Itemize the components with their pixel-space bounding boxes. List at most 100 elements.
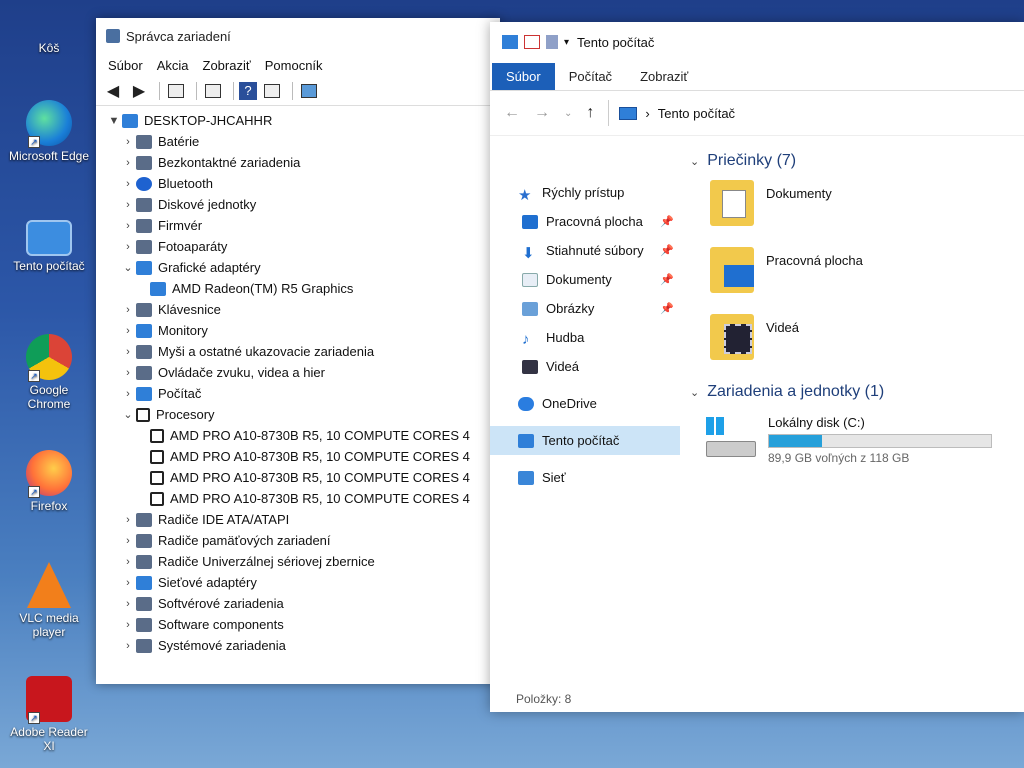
desktop-icon-chrome[interactable]: ↗ Google Chrome bbox=[8, 334, 90, 411]
scan-hardware-icon[interactable] bbox=[298, 80, 320, 102]
chevron-right-icon[interactable]: › bbox=[120, 346, 136, 358]
menu-action[interactable]: Akcia bbox=[157, 58, 189, 73]
chevron-right-icon[interactable]: › bbox=[120, 325, 136, 337]
storage-controller-icon bbox=[136, 533, 152, 548]
chevron-down-icon[interactable]: ▾ bbox=[564, 37, 569, 48]
tree-item-ide[interactable]: › Radiče IDE ATA/ATAPI bbox=[106, 509, 500, 530]
tree-item-keyboards[interactable]: › Klávesnice bbox=[106, 299, 500, 320]
desktop-icon-vlc[interactable]: VLC media player bbox=[8, 562, 90, 639]
recent-locations-icon[interactable]: ⌄ bbox=[564, 108, 572, 119]
nav-pictures[interactable]: Obrázky 📌 bbox=[490, 294, 680, 323]
tree-item-display-adapters[interactable]: ⌄ Grafické adaptéry bbox=[106, 257, 500, 278]
devices-group-header[interactable]: ⌄ Zariadenia a jednotky (1) bbox=[690, 377, 1024, 407]
address-box[interactable]: › Tento počítač bbox=[608, 100, 735, 126]
forward-arrow-icon[interactable]: → bbox=[534, 104, 550, 122]
chevron-right-icon[interactable]: › bbox=[120, 367, 136, 379]
tree-item-bluetooth[interactable]: › Bluetooth bbox=[106, 173, 500, 194]
folder-item-desktop[interactable]: Pracovná plocha bbox=[690, 243, 1024, 310]
chevron-right-icon[interactable]: › bbox=[120, 136, 136, 148]
pin-icon[interactable]: 📌 bbox=[660, 273, 674, 286]
tab-view[interactable]: Zobraziť bbox=[626, 63, 702, 90]
properties-icon[interactable] bbox=[524, 35, 540, 49]
tree-root[interactable]: ▼ DESKTOP-JHCAHHR bbox=[106, 110, 500, 131]
tree-item-network[interactable]: › Sieťové adaptéry bbox=[106, 572, 500, 593]
pin-icon[interactable]: 📌 bbox=[660, 244, 674, 257]
tree-item-system-devices[interactable]: › Systémové zariadenia bbox=[106, 635, 500, 656]
nav-downloads[interactable]: ⬇ Stiahnuté súbory 📌 bbox=[490, 236, 680, 265]
tree-item-gpu[interactable]: AMD Radeon(TM) R5 Graphics bbox=[106, 278, 500, 299]
folder-item-videos[interactable]: Videá bbox=[690, 310, 1024, 377]
view-icon[interactable] bbox=[261, 80, 283, 102]
nav-quick-access[interactable]: ★ Rýchly prístup bbox=[490, 178, 680, 207]
chevron-down-icon[interactable]: ⌄ bbox=[120, 408, 136, 421]
new-folder-icon[interactable] bbox=[546, 35, 558, 49]
pin-icon[interactable]: 📌 bbox=[660, 302, 674, 315]
tree-item-contactless[interactable]: › Bezkontaktné zariadenia bbox=[106, 152, 500, 173]
tree-item-cameras[interactable]: › Fotoaparáty bbox=[106, 236, 500, 257]
pin-icon[interactable]: 📌 bbox=[660, 215, 674, 228]
chevron-right-icon[interactable]: › bbox=[120, 304, 136, 316]
tree-item-processors[interactable]: ⌄ Procesory bbox=[106, 404, 500, 425]
desktop-icon-recycle-bin[interactable]: Kôš bbox=[8, 6, 90, 55]
menu-file[interactable]: Súbor bbox=[108, 58, 143, 73]
chevron-right-icon[interactable]: › bbox=[120, 220, 136, 232]
tree-item-cpu[interactable]: AMD PRO A10-8730B R5, 10 COMPUTE CORES 4 bbox=[106, 446, 500, 467]
chevron-down-icon[interactable]: ▼ bbox=[106, 115, 122, 127]
chevron-right-icon[interactable]: › bbox=[120, 514, 136, 526]
back-icon[interactable]: ◀ bbox=[102, 80, 124, 102]
tree-item-storage[interactable]: › Radiče pamäťových zariadení bbox=[106, 530, 500, 551]
tree-item-computer[interactable]: › Počítač bbox=[106, 383, 500, 404]
nav-desktop[interactable]: Pracovná plocha 📌 bbox=[490, 207, 680, 236]
tree-item-cpu[interactable]: AMD PRO A10-8730B R5, 10 COMPUTE CORES 4 bbox=[106, 488, 500, 509]
tree-item-cpu[interactable]: AMD PRO A10-8730B R5, 10 COMPUTE CORES 4 bbox=[106, 425, 500, 446]
tree-item-sound[interactable]: › Ovládače zvuku, videa a hier bbox=[106, 362, 500, 383]
chevron-right-icon[interactable]: › bbox=[120, 556, 136, 568]
help-icon[interactable]: ? bbox=[239, 81, 257, 100]
chevron-right-icon[interactable]: › bbox=[120, 535, 136, 547]
desktop-icon-firefox[interactable]: ↗ Firefox bbox=[8, 450, 90, 513]
desktop-icon-this-pc[interactable]: Tento počítač bbox=[8, 220, 90, 273]
nav-videos[interactable]: Videá bbox=[490, 352, 680, 381]
chevron-right-icon[interactable]: › bbox=[120, 157, 136, 169]
chevron-right-icon[interactable]: › bbox=[120, 178, 136, 190]
menu-help[interactable]: Pomocník bbox=[265, 58, 323, 73]
tree-item-cpu[interactable]: AMD PRO A10-8730B R5, 10 COMPUTE CORES 4 bbox=[106, 467, 500, 488]
tree-item-usb[interactable]: › Radiče Univerzálnej sériovej zbernice bbox=[106, 551, 500, 572]
tree-item-software-devices[interactable]: › Softvérové zariadenia bbox=[106, 593, 500, 614]
tree-item-software-components[interactable]: › Software components bbox=[106, 614, 500, 635]
drive-item-c[interactable]: Lokálny disk (C:) 89,9 GB voľných z 118 … bbox=[690, 407, 1024, 465]
list-icon[interactable] bbox=[202, 80, 224, 102]
tree-item-disk-drives[interactable]: › Diskové jednotky bbox=[106, 194, 500, 215]
chevron-right-icon[interactable]: › bbox=[120, 598, 136, 610]
folders-group-header[interactable]: ⌄ Priečinky (7) bbox=[690, 146, 1024, 176]
nav-this-pc[interactable]: Tento počítač bbox=[490, 426, 680, 455]
desktop-icon-adobe-reader[interactable]: ↗ Adobe Reader XI bbox=[8, 676, 90, 753]
nav-onedrive[interactable]: OneDrive bbox=[490, 389, 680, 418]
up-arrow-icon[interactable]: ↑ bbox=[586, 104, 594, 122]
menu-view[interactable]: Zobraziť bbox=[203, 58, 251, 73]
desktop-icons: Kôš ↗ Microsoft Edge Tento počítač ↗ Goo… bbox=[0, 0, 100, 768]
chevron-right-icon[interactable]: › bbox=[120, 619, 136, 631]
properties-icon[interactable] bbox=[165, 80, 187, 102]
chevron-right-icon[interactable]: › bbox=[120, 577, 136, 589]
chevron-right-icon[interactable]: › bbox=[120, 199, 136, 211]
chevron-right-icon[interactable]: › bbox=[120, 241, 136, 253]
title-bar: Správca zariadení bbox=[96, 18, 500, 54]
chevron-right-icon[interactable]: › bbox=[120, 640, 136, 652]
chevron-down-icon[interactable]: ⌄ bbox=[120, 261, 136, 274]
tree-item-mice[interactable]: › Myši a ostatné ukazovacie zariadenia bbox=[106, 341, 500, 362]
tab-computer[interactable]: Počítač bbox=[555, 63, 626, 90]
forward-icon[interactable]: ▶ bbox=[128, 80, 150, 102]
nav-documents[interactable]: Dokumenty 📌 bbox=[490, 265, 680, 294]
nav-network[interactable]: Sieť bbox=[490, 463, 680, 492]
tree-item-batteries[interactable]: › Batérie bbox=[106, 131, 500, 152]
back-arrow-icon[interactable]: ← bbox=[504, 104, 520, 122]
tab-file[interactable]: Súbor bbox=[492, 63, 555, 90]
folder-item-documents[interactable]: Dokumenty bbox=[690, 176, 1024, 243]
tree-item-monitors[interactable]: › Monitory bbox=[106, 320, 500, 341]
nav-music[interactable]: ♪ Hudba bbox=[490, 323, 680, 352]
desktop-icon-label: Tento počítač bbox=[13, 259, 85, 273]
tree-item-firmware[interactable]: › Firmvér bbox=[106, 215, 500, 236]
desktop-icon-edge[interactable]: ↗ Microsoft Edge bbox=[8, 100, 90, 163]
chevron-right-icon[interactable]: › bbox=[120, 388, 136, 400]
